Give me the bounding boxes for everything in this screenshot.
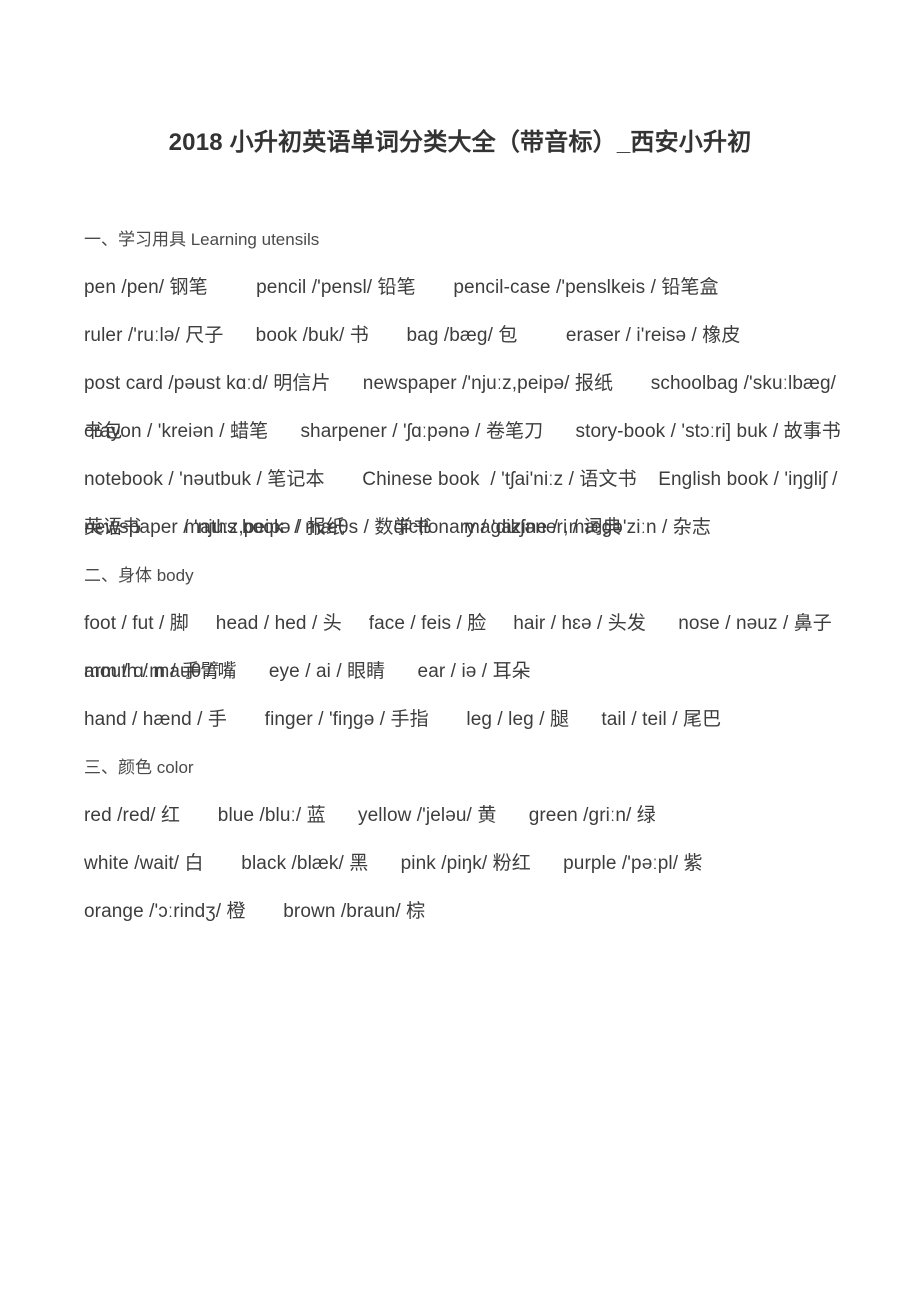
vocab-line: foot / fut / 脚 head / hed / 头 face / fei…: [84, 613, 865, 682]
vocab-line: post card /pəust kɑːd/ 明信片 newspaper /'n…: [84, 373, 842, 442]
vocab-line: crayon / 'kreiən / 蜡笔 sharpener / 'ʃɑːpə…: [84, 421, 841, 442]
section-heading-body: 二、身体 body: [84, 566, 194, 585]
vocab-line: red /red/ 红 blue /bluː/ 蓝 yellow /'jeləu…: [84, 805, 656, 826]
vocab-line: ruler /'ruːlə/ 尺子 book /buk/ 书 bag /bæg/…: [84, 325, 741, 346]
document-body: 一、学习用具 Learning utensils pen /pen/ 钢笔 pe…: [84, 216, 846, 936]
vocab-line: notebook / 'nəutbuk / 笔记本 Chinese book /…: [84, 469, 843, 538]
vocab-line: pen /pen/ 钢笔 pencil /'pensl/ 铅笔 pencil-c…: [84, 277, 719, 298]
page-title: 2018 小升初英语单词分类大全（带音标）_西安小升初: [168, 129, 752, 156]
section-heading-learning-utensils: 一、学习用具 Learning utensils: [84, 230, 320, 249]
section-heading-color: 三、颜色 color: [84, 758, 194, 777]
vocab-line: newspaper / 'njuːz,peipə / 报纸 dictionary…: [84, 517, 622, 538]
vocab-line: orange /'ɔːrindʒ/ 橙 brown /braun/ 棕: [84, 901, 426, 922]
vocab-line: white /wait/ 白 black /blæk/ 黑 pink /piŋk…: [84, 853, 703, 874]
vocab-line: hand / hænd / 手 finger / 'fiŋgə / 手指 leg…: [84, 709, 722, 730]
document-page: 2018 小升初英语单词分类大全（带音标）_西安小升初 一、学习用具 Learn…: [0, 0, 920, 1302]
